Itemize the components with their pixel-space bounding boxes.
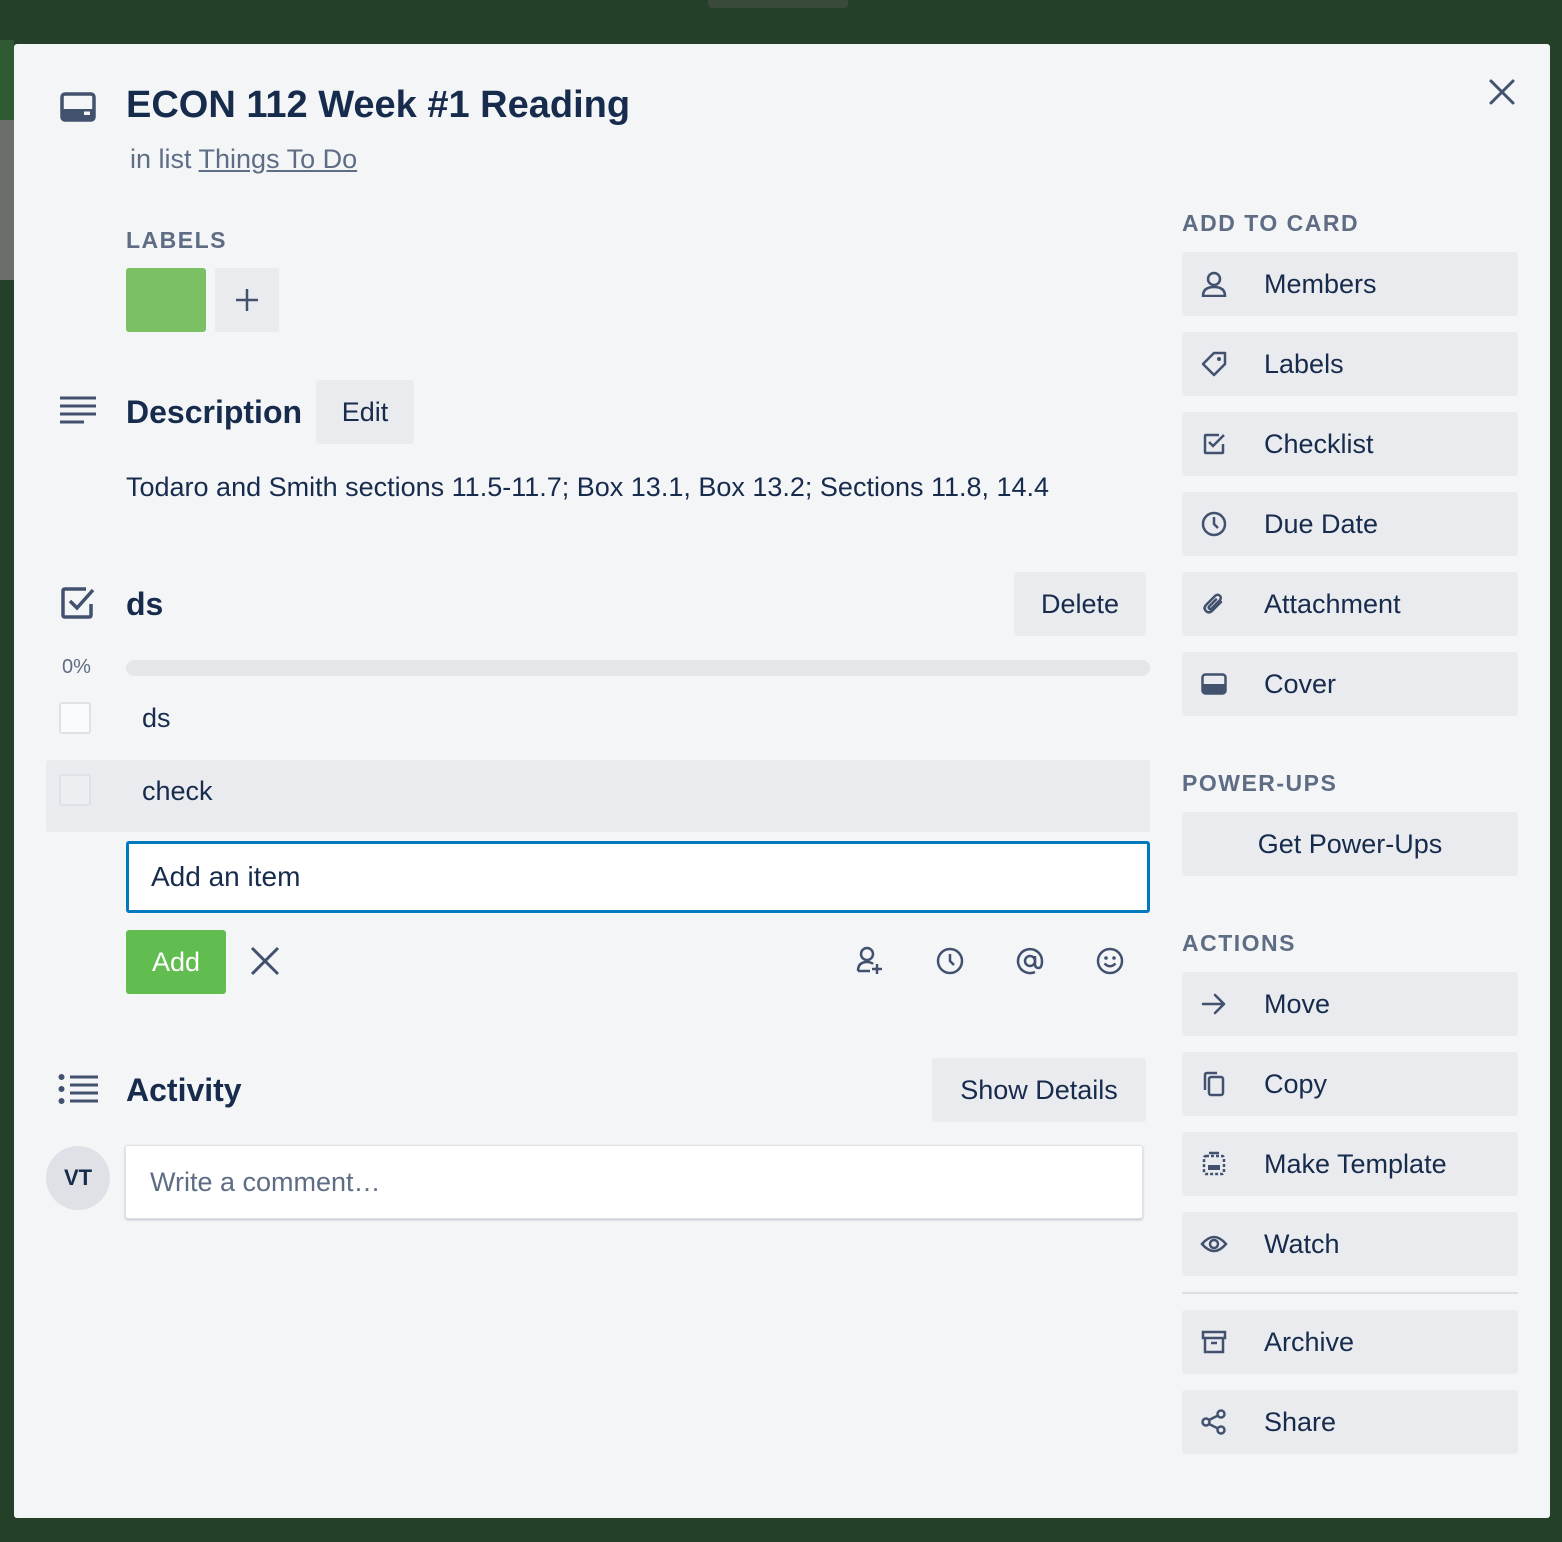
move-label: Move (1264, 988, 1331, 1019)
checklist-progress-bar (126, 660, 1150, 676)
description-heading: Description (126, 394, 303, 430)
make-template-label: Make Template (1264, 1148, 1447, 1179)
move-button[interactable]: Move (1182, 972, 1518, 1036)
checklist-item-checkbox[interactable] (59, 774, 91, 806)
labels-button[interactable]: Labels (1182, 332, 1518, 396)
plus-icon (234, 287, 260, 313)
share-icon (1200, 1408, 1228, 1436)
checklist-button-label: Checklist (1264, 428, 1374, 459)
card-icon (60, 92, 96, 122)
labels-heading: LABELS (126, 227, 227, 253)
cover-label: Cover (1264, 668, 1337, 699)
checklist-title[interactable]: ds (126, 586, 163, 623)
checklist-item-text: check (142, 776, 213, 806)
due-date-label: Due Date (1264, 508, 1379, 539)
checklist-item-checkbox[interactable] (59, 702, 91, 734)
archive-label: Archive (1264, 1326, 1355, 1357)
arrow-right-icon (1200, 990, 1228, 1018)
edit-description-button[interactable]: Edit (316, 380, 414, 444)
share-label: Share (1264, 1406, 1337, 1437)
add-label-button[interactable] (215, 268, 279, 332)
actions-heading: ACTIONS (1182, 930, 1296, 956)
close-icon[interactable] (1488, 78, 1516, 106)
delete-checklist-button[interactable]: Delete (1014, 572, 1146, 636)
mention-icon[interactable] (1016, 947, 1044, 975)
copy-icon (1200, 1070, 1228, 1098)
get-power-ups-button[interactable]: Get Power-Ups (1182, 812, 1518, 876)
activity-heading: Activity (126, 1072, 242, 1108)
checklist-item[interactable]: ds (46, 688, 1150, 752)
avatar[interactable]: VT (46, 1146, 110, 1210)
template-icon (1200, 1150, 1228, 1178)
copy-button[interactable]: Copy (1182, 1052, 1518, 1116)
members-label: Members (1264, 268, 1377, 299)
power-ups-heading: POWER-UPS (1182, 770, 1338, 796)
add-to-card-heading: ADD TO CARD (1182, 210, 1360, 236)
checklist-progress-percent: 0% (62, 656, 91, 678)
person-icon (1200, 270, 1228, 298)
make-template-button[interactable]: Make Template (1182, 1132, 1518, 1196)
paperclip-icon (1200, 590, 1228, 618)
checklist-icon (60, 586, 96, 620)
share-button[interactable]: Share (1182, 1390, 1518, 1454)
cover-button[interactable]: Cover (1182, 652, 1518, 716)
board-background-list (0, 40, 14, 120)
sidebar-divider (1182, 1292, 1518, 1294)
eye-icon (1200, 1230, 1228, 1258)
watch-button[interactable]: Watch (1182, 1212, 1518, 1276)
checklist-item-text: ds (142, 703, 171, 733)
list-link[interactable]: Things To Do (199, 144, 358, 174)
checkbox-icon (1200, 430, 1228, 458)
checklist-button[interactable]: Checklist (1182, 412, 1518, 476)
cancel-icon[interactable] (250, 946, 280, 976)
archive-icon (1200, 1328, 1228, 1356)
comment-input[interactable] (125, 1145, 1143, 1219)
board-background-card (0, 120, 14, 280)
add-item-button[interactable]: Add (126, 930, 226, 994)
label-green[interactable] (126, 268, 206, 332)
add-checklist-item-input[interactable] (126, 841, 1150, 913)
description-text[interactable]: Todaro and Smith sections 11.5-11.7; Box… (126, 472, 1049, 503)
cover-icon (1200, 670, 1228, 698)
clock-icon[interactable] (936, 947, 964, 975)
card-detail-modal: ECON 112 Week #1 Reading in list Things … (14, 44, 1550, 1518)
card-title[interactable]: ECON 112 Week #1 Reading (126, 84, 630, 127)
members-button[interactable]: Members (1182, 252, 1518, 316)
due-date-button[interactable]: Due Date (1182, 492, 1518, 556)
emoji-icon[interactable] (1096, 947, 1124, 975)
board-header-remnant (708, 0, 848, 8)
watch-label: Watch (1264, 1228, 1340, 1259)
description-icon (60, 396, 96, 426)
in-list-prefix: in list (130, 144, 192, 174)
attachment-button[interactable]: Attachment (1182, 572, 1518, 636)
show-details-button[interactable]: Show Details (932, 1058, 1146, 1122)
archive-button[interactable]: Archive (1182, 1310, 1518, 1374)
copy-label: Copy (1264, 1068, 1328, 1099)
clock-icon (1200, 510, 1228, 538)
activity-icon (58, 1074, 98, 1104)
add-member-icon[interactable] (856, 946, 884, 974)
tag-icon (1200, 350, 1228, 378)
attachment-label: Attachment (1264, 588, 1401, 619)
card-list-info: in list Things To Do (130, 144, 357, 175)
checklist-item[interactable]: check (46, 760, 1150, 832)
labels-button-label: Labels (1264, 348, 1344, 379)
